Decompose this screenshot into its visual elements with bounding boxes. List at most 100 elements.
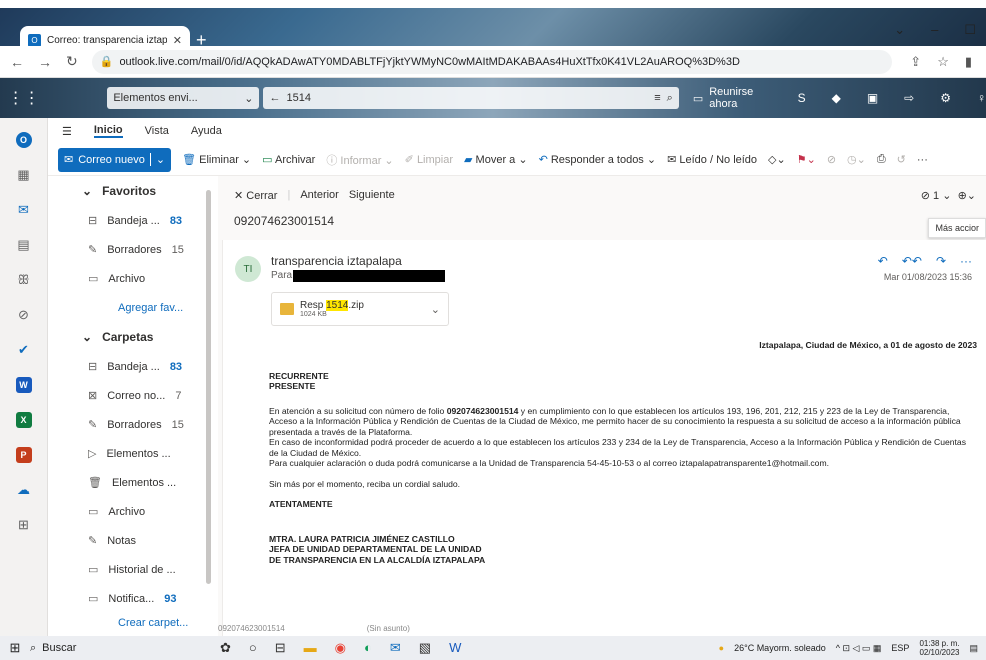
windows-start-icon[interactable]: ⊞ [0, 640, 30, 656]
more-apps-icon[interactable]: ⊞ [0, 512, 47, 538]
folder-item[interactable]: ▷ Elementos ... [48, 439, 218, 468]
tag-icon[interactable]: ◇⌄ [768, 153, 786, 166]
previous-button[interactable]: Anterior [300, 189, 339, 201]
mail-icon[interactable]: ✉ [0, 197, 47, 223]
folder-item[interactable]: 🗑 Elementos ... [48, 468, 218, 497]
favorites-header[interactable]: ⌄ Favoritos [48, 176, 218, 206]
onedrive-icon[interactable]: ☁ [0, 477, 47, 503]
reply-all-icon[interactable]: ↶↶ [902, 254, 922, 268]
meet-now-button[interactable]: ▭ Reunirse ahora [693, 86, 780, 110]
search-scope-dropdown[interactable]: Elementos envi... ⌄ [107, 87, 260, 109]
next-button[interactable]: Siguiente [349, 189, 395, 201]
new-mail-button[interactable]: ✉ Correo nuevo ⌄ [58, 147, 172, 172]
notifications-icon[interactable]: ▤ [969, 643, 978, 654]
move-button[interactable]: ▰ Mover a ⌄ [464, 153, 528, 166]
back-icon[interactable]: ← [10, 54, 24, 70]
close-tab-icon[interactable]: ✕ [173, 34, 182, 47]
tab-inicio[interactable]: Inicio [93, 124, 123, 138]
word-taskbar-icon[interactable]: W [449, 640, 461, 656]
folder-item[interactable]: ▭ Notifica... 93 [48, 584, 218, 613]
powerpoint-icon[interactable]: P [15, 447, 32, 463]
maximize-button[interactable]: ☐ [964, 22, 976, 38]
folder-item[interactable]: ✎ Borradores 15 [48, 235, 218, 264]
skype-icon[interactable]: S [798, 91, 806, 105]
weather-icon[interactable]: ● [719, 643, 724, 653]
folder-item[interactable]: ▭ Archivo [48, 264, 218, 293]
filter-icon[interactable]: ≡ [654, 92, 660, 104]
task-view-icon[interactable]: ○ [249, 640, 257, 656]
folder-item[interactable]: ▭ Archivo [48, 497, 218, 526]
close-button[interactable]: ✕ Cerrar [234, 189, 277, 202]
folders-header[interactable]: ⌄ Carpetas [48, 322, 218, 352]
folder-item[interactable]: ✎ Notas [48, 526, 218, 555]
calendar-icon[interactable]: ▦ [0, 162, 47, 188]
flag-icon[interactable]: ⚑⌄ [797, 153, 816, 166]
reload-icon[interactable]: ↻ [66, 53, 78, 70]
photos-icon[interactable]: ▧ [419, 640, 431, 656]
weather-label[interactable]: 26°C Mayorm. soleado [734, 643, 826, 653]
chevron-down-icon[interactable]: ⌄ [431, 303, 440, 316]
archive-button[interactable]: ▭ Archivar [262, 153, 315, 166]
mail-app-icon[interactable]: ✉ [390, 640, 401, 656]
url-input[interactable]: 🔒 outlook.live.com/mail/0/id/AQQkADAwATY0… [91, 49, 892, 74]
create-folder-link[interactable]: Crear carpet... [48, 615, 218, 631]
attachments-count[interactable]: ⊘ 1 ⌄ ⊕⌄ [921, 189, 976, 202]
clock[interactable]: 01:38 p. m. 02/10/2023 [919, 639, 959, 657]
widget-icon[interactable]: ✿ [220, 640, 231, 656]
calendar-app-icon[interactable]: ▤ [0, 232, 47, 258]
report-button[interactable]: ⓘ Informar ⌄ [326, 152, 393, 168]
minimize-button[interactable]: – [931, 22, 938, 38]
reply-icon[interactable]: ↶ [878, 254, 888, 268]
search-input[interactable]: ← 1514 ≡ ⌕ [263, 87, 679, 109]
bookmark-star-icon[interactable]: ☆ [937, 54, 949, 70]
reply-all-button[interactable]: ↶ Responder a todos ⌄ [539, 153, 657, 166]
delete-button[interactable]: 🗑 Eliminar ⌄ [182, 153, 251, 166]
todo-icon[interactable]: ✔ [0, 337, 47, 363]
chevron-down-icon[interactable]: ⌄ [149, 153, 165, 166]
settings-gear-icon[interactable]: ⚙ [940, 91, 951, 105]
menu-icon[interactable]: ☰ [62, 125, 72, 138]
folder-item[interactable]: ⊟ Bandeja ... 83 [48, 206, 218, 235]
add-favorite-link[interactable]: Agregar fav... [48, 293, 218, 322]
word-icon[interactable]: W [15, 377, 32, 393]
edge-icon[interactable]: ◐ [364, 640, 372, 656]
feedback-icon[interactable]: ⇨ [904, 91, 914, 105]
more-options-icon[interactable]: ··· [917, 154, 928, 166]
excel-icon[interactable]: X [15, 412, 32, 428]
folder-item[interactable]: ⊠ Correo no... 7 [48, 381, 218, 410]
onenote-icon[interactable]: ▣ [867, 91, 878, 105]
taskview-grid-icon[interactable]: ⊟ [275, 640, 286, 656]
attachment-card[interactable]: Resp 1514.zip 1024 KB ⌄ [271, 292, 449, 326]
draft-tab-2[interactable]: (Sin asunto) [367, 624, 410, 636]
search-icon[interactable]: ⌕ [667, 92, 673, 105]
tab-search-icon[interactable]: ⌄ [894, 22, 905, 38]
more-actions-icon[interactable]: ··· [960, 254, 972, 268]
draft-tab-1[interactable]: 092074623001514 [218, 624, 285, 636]
tips-icon[interactable]: ♀ [977, 91, 986, 105]
folder-item[interactable]: ⊟ Bandeja ... 83 [48, 352, 218, 381]
outlook-app-icon[interactable]: O [15, 132, 32, 148]
tab-vista[interactable]: Vista [145, 125, 169, 137]
zoom-icon[interactable]: ⊕⌄ [958, 190, 976, 202]
sidepanel-icon[interactable]: ▮ [965, 54, 972, 70]
chrome-icon[interactable]: ◉ [335, 640, 346, 656]
folder-item[interactable]: ✎ Borradores 15 [48, 410, 218, 439]
folder-scrollbar[interactable] [206, 190, 211, 584]
people-icon[interactable]: ꕥ [0, 267, 47, 293]
taskbar-search[interactable]: ⌕ Buscar [30, 642, 180, 655]
read-unread-button[interactable]: ✉ Leído / No leído [667, 153, 757, 166]
app-launcher-icon[interactable]: ⋮⋮ [0, 88, 47, 108]
back-arrow-icon[interactable]: ← [269, 92, 280, 104]
folder-item[interactable]: ▭ Historial de ... [48, 555, 218, 584]
share-icon[interactable]: ⇪ [910, 54, 921, 70]
language-indicator[interactable]: ESP [891, 643, 909, 653]
attach-icon[interactable]: ⊘ [0, 302, 47, 328]
forward-icon[interactable]: → [38, 54, 52, 70]
premium-icon[interactable]: ◆ [832, 91, 841, 105]
snooze-icon[interactable]: ◷⌄ [847, 153, 866, 166]
file-explorer-icon[interactable]: ▬ [304, 640, 317, 656]
undo-icon[interactable]: ↺ [897, 153, 906, 166]
tray-icons[interactable]: ^ ⊡ ◁ ▭ ▦ [836, 643, 882, 654]
sender-name[interactable]: transparencia iztapalapa [271, 254, 402, 268]
pin-icon[interactable]: ⊘ [827, 153, 836, 166]
